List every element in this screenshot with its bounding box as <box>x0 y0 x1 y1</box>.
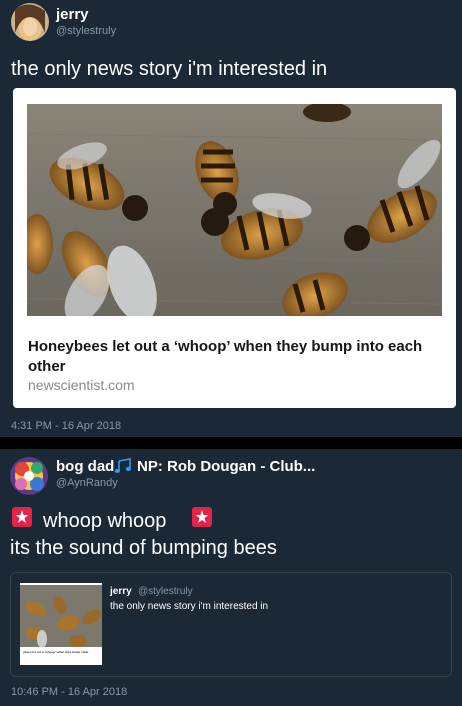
tweet-text-line-1: whoop whoop <box>43 510 167 532</box>
music-notes-icon <box>114 458 131 473</box>
tweet-text-line-2: its the sound of bumping bees <box>10 537 277 559</box>
tweet-jerry: jerry @stylestruly the only news story i… <box>0 0 462 437</box>
display-name[interactable]: bog dad <box>56 458 114 475</box>
display-name-suffix[interactable]: NP: Rob Dougan - Club... <box>137 458 315 475</box>
avatar-jerry[interactable] <box>11 3 49 41</box>
quoted-user-handle[interactable]: @stylestruly <box>138 586 193 597</box>
quoted-link-thumbnail[interactable]: ybees let out a 'whoop' when they bump o… <box>20 583 102 665</box>
display-name[interactable]: jerry <box>56 6 89 23</box>
bees-photo[interactable] <box>27 104 442 316</box>
link-card-domain[interactable]: newscientist.com <box>28 377 135 393</box>
user-handle[interactable]: @AynRandy <box>56 477 118 489</box>
link-card-title[interactable]: Honeybees let out a ‘whoop’ when they bu… <box>28 337 428 377</box>
user-handle[interactable]: @stylestruly <box>56 25 116 37</box>
display-name-prefix: bog dad <box>56 458 115 475</box>
timestamp[interactable]: 10:46 PM - 16 Apr 2018 <box>11 686 127 698</box>
quoted-tweet-text: the only news story i'm interested in <box>110 601 269 612</box>
timestamp[interactable]: 4:31 PM - 16 Apr 2018 <box>11 420 121 432</box>
rotating-light-icon <box>192 507 212 527</box>
tweet-text: the only news story i'm interested in <box>11 58 328 80</box>
avatar-bog-dad[interactable] <box>10 457 48 495</box>
quoted-tweet[interactable]: ybees let out a 'whoop' when they bump o… <box>10 572 452 677</box>
rotating-light-icon <box>12 507 32 527</box>
quoted-display-name[interactable]: jerry <box>110 586 132 597</box>
quoted-link-thumbnail-title: ybees let out a 'whoop' when they bump o… <box>23 650 89 654</box>
